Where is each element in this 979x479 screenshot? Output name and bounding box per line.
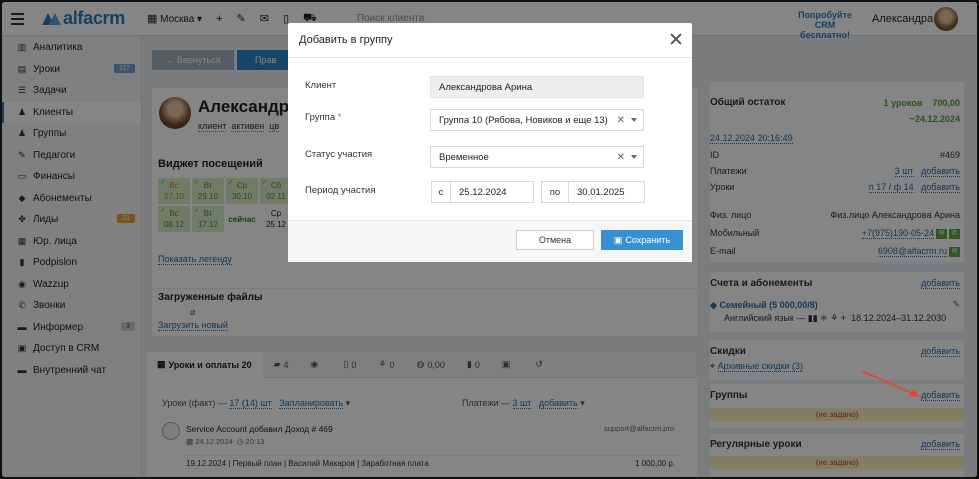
group-label: Группа * <box>305 112 341 123</box>
period-label: Период участия <box>305 185 376 196</box>
app-window: alfacrm ▦ Москва ▾ + ✎ ✉ ▯ ⛟ Поиск клиен… <box>2 2 977 477</box>
period-to-input[interactable]: 30.01.2025 <box>569 181 645 203</box>
close-icon[interactable] <box>669 32 683 46</box>
clear-status-icon[interactable]: ✕ <box>617 152 625 163</box>
add-to-group-dialog: Добавить в группу Клиент Александрова Ар… <box>288 23 692 262</box>
chevron-down-icon[interactable] <box>631 155 637 159</box>
client-field: Александрова Арина <box>430 76 644 98</box>
annotation-arrow-icon <box>861 370 920 397</box>
group-label-text: Группа <box>305 112 336 123</box>
clear-group-icon[interactable]: ✕ <box>617 115 625 126</box>
save-button-label: Сохранить <box>625 235 671 245</box>
group-selected-value: Группа 10 (Рябова, Новиков и еще 13) <box>439 114 608 126</box>
chevron-down-icon[interactable] <box>631 118 637 122</box>
status-label: Статус участия <box>305 149 373 160</box>
group-select[interactable]: Группа 10 (Рябова, Новиков и еще 13) ✕ <box>430 109 644 131</box>
required-marker: * <box>337 112 342 123</box>
save-button[interactable]: ▣ Сохранить <box>601 230 683 250</box>
dialog-footer: Отмена ▣ Сохранить <box>288 220 692 262</box>
dialog-title: Добавить в группу <box>299 34 393 46</box>
period-from-input[interactable]: 25.12.2024 <box>451 181 534 203</box>
period-to-prefix: по <box>541 181 569 203</box>
status-selected-value: Временное <box>439 151 489 163</box>
cancel-button[interactable]: Отмена <box>516 230 594 250</box>
floppy-icon: ▣ <box>613 234 623 245</box>
dialog-header: Добавить в группу <box>288 23 692 58</box>
client-label: Клиент <box>305 80 337 91</box>
status-select[interactable]: Временное ✕ <box>430 146 644 168</box>
period-from-prefix: с <box>431 181 451 203</box>
